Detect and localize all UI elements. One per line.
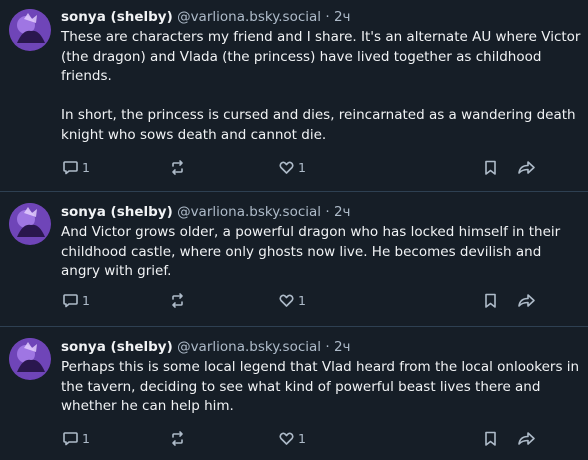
repost-button[interactable] <box>169 159 186 176</box>
like-count: 1 <box>298 160 306 175</box>
reply-count: 1 <box>82 293 90 308</box>
like-button[interactable]: 1 <box>278 430 306 447</box>
reply-count: 1 <box>82 431 90 446</box>
post-text: And Victor grows older, a powerful drago… <box>61 223 581 282</box>
post-paragraph: In short, the princess is cursed and die… <box>61 107 576 143</box>
author-handle[interactable]: @varliona.bsky.social <box>177 204 321 220</box>
avatar-image <box>9 203 51 245</box>
bookmark-button[interactable] <box>482 159 499 176</box>
share-arrow-icon <box>518 294 535 307</box>
like-button[interactable]: 1 <box>278 159 306 176</box>
like-count: 1 <box>298 293 306 308</box>
post-text: These are characters my friend and I sha… <box>61 28 581 145</box>
heart-icon <box>279 294 294 307</box>
author-handle[interactable]: @varliona.bsky.social <box>177 9 321 25</box>
author-handle[interactable]: @varliona.bsky.social <box>177 339 321 355</box>
post-time[interactable]: 2ч <box>334 204 351 220</box>
speech-bubble-icon <box>63 432 78 446</box>
post-paragraph: And Victor grows older, a powerful drago… <box>61 224 561 279</box>
repost-button[interactable] <box>169 292 186 309</box>
avatar-image <box>9 9 51 51</box>
reply-count: 1 <box>82 160 90 175</box>
post-header: sonya (shelby) @varliona.bsky.social · 2… <box>61 338 351 356</box>
post[interactable]: sonya (shelby) @varliona.bsky.social · 2… <box>0 0 588 192</box>
post-header: sonya (shelby) @varliona.bsky.social · 2… <box>61 203 351 221</box>
avatar[interactable] <box>9 203 51 245</box>
repost-arrows-icon <box>172 293 183 308</box>
author-name[interactable]: sonya (shelby) <box>61 9 173 25</box>
separator-dot: · <box>325 9 330 25</box>
avatar[interactable] <box>9 338 51 380</box>
share-button[interactable] <box>517 292 536 309</box>
avatar[interactable] <box>9 9 51 51</box>
repost-button[interactable] <box>169 430 186 447</box>
post[interactable]: sonya (shelby) @varliona.bsky.social · 2… <box>0 192 588 327</box>
post-paragraph: These are characters my friend and I sha… <box>61 29 581 84</box>
author-name[interactable]: sonya (shelby) <box>61 339 173 355</box>
post[interactable]: sonya (shelby) @varliona.bsky.social · 2… <box>0 327 588 460</box>
separator-dot: · <box>325 339 330 355</box>
post-time[interactable]: 2ч <box>334 9 351 25</box>
post-time[interactable]: 2ч <box>334 339 351 355</box>
thread-feed: sonya (shelby) @varliona.bsky.social · 2… <box>0 0 588 460</box>
post-paragraph: Perhaps this is some local legend that V… <box>61 359 580 414</box>
reply-button[interactable]: 1 <box>62 292 90 309</box>
post-actions: 1 1 <box>0 430 588 450</box>
heart-icon <box>279 161 294 174</box>
bookmark-icon <box>485 160 496 175</box>
heart-icon <box>279 432 294 445</box>
speech-bubble-icon <box>63 294 78 308</box>
like-count: 1 <box>298 431 306 446</box>
repost-arrows-icon <box>172 431 183 446</box>
reply-button[interactable]: 1 <box>62 430 90 447</box>
speech-bubble-icon <box>63 161 78 175</box>
post-text: Perhaps this is some local legend that V… <box>61 358 581 417</box>
bookmark-icon <box>485 431 496 446</box>
post-actions: 1 1 <box>0 159 588 179</box>
share-button[interactable] <box>517 430 536 447</box>
share-arrow-icon <box>518 161 535 174</box>
bookmark-icon <box>485 293 496 308</box>
separator-dot: · <box>325 204 330 220</box>
author-name[interactable]: sonya (shelby) <box>61 204 173 220</box>
like-button[interactable]: 1 <box>278 292 306 309</box>
share-button[interactable] <box>517 159 536 176</box>
post-header: sonya (shelby) @varliona.bsky.social · 2… <box>61 8 351 26</box>
repost-arrows-icon <box>172 160 183 175</box>
avatar-image <box>9 338 51 380</box>
bookmark-button[interactable] <box>482 292 499 309</box>
post-actions: 1 1 <box>0 292 588 312</box>
reply-button[interactable]: 1 <box>62 159 90 176</box>
bookmark-button[interactable] <box>482 430 499 447</box>
share-arrow-icon <box>518 432 535 445</box>
